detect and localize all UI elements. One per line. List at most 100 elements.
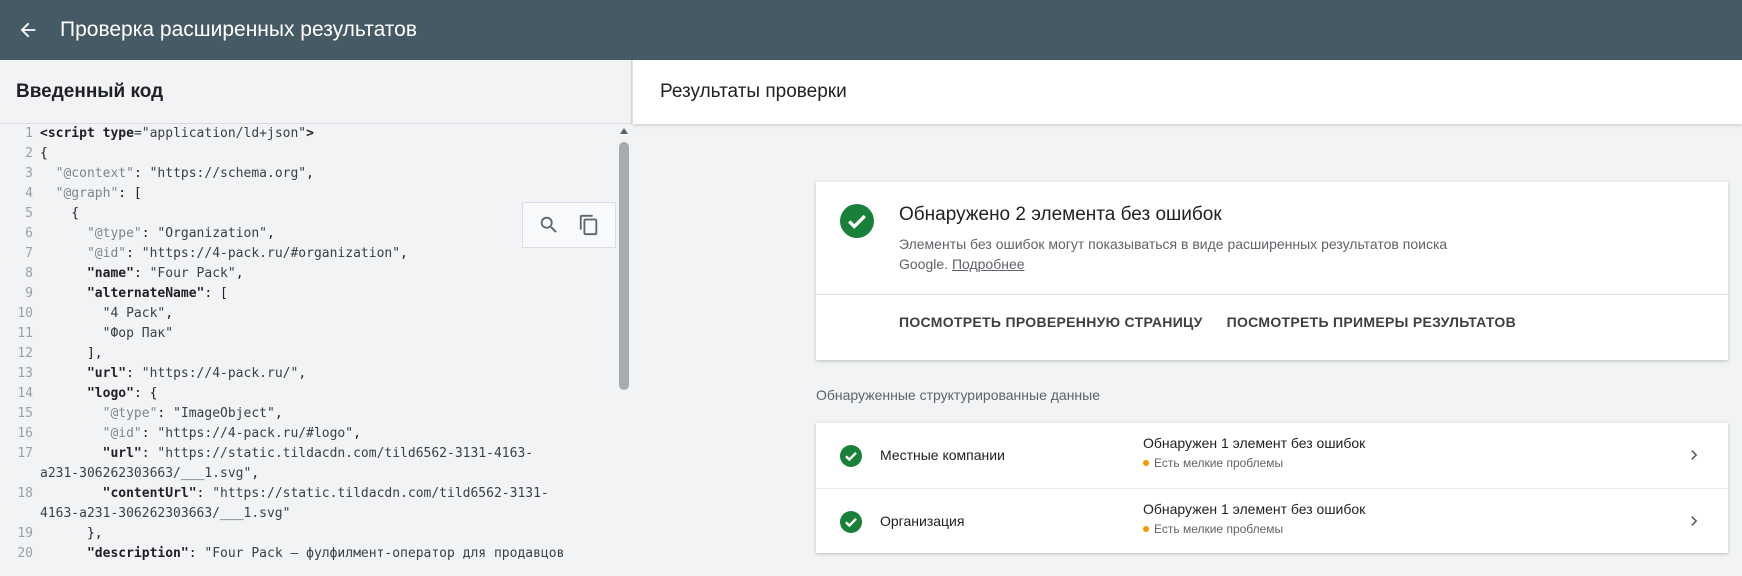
code-token: :	[133, 266, 150, 281]
code-token: "https://static.tildacdn.com/tild6562-31…	[212, 486, 549, 501]
code-text: "@id": "https://4-pack.ru/#organization"…	[40, 244, 408, 264]
line-number	[0, 464, 40, 484]
code-line: 18 "contentUrl": "https://static.tildacd…	[0, 484, 616, 504]
item-warning-text: Есть мелкие проблемы	[1154, 522, 1284, 536]
line-number: 16	[17, 426, 33, 441]
code-line: 20 "description": "Four Pack — фулфилмен…	[0, 544, 616, 564]
line-number: 6	[25, 226, 33, 241]
preview-results-button[interactable]: ПОСМОТРЕТЬ ПРИМЕРЫ РЕЗУЛЬТАТОВ	[1227, 314, 1516, 330]
code-token: 4163-a231-306262303663/___1.svg"	[40, 506, 291, 521]
code-line: 3 "@context": "https://schema.org",	[0, 164, 616, 184]
item-warning: Есть мелкие проблемы	[1143, 522, 1283, 536]
list-item-organization[interactable]: Организация Обнаружен 1 элемент без ошиб…	[816, 488, 1728, 553]
code-token: :	[126, 246, 142, 261]
detected-items-list: Местные компании Обнаружен 1 элемент без…	[816, 423, 1728, 553]
code-line: 15 "@type": "ImageObject",	[0, 404, 616, 424]
code-token: "@id"	[102, 426, 142, 441]
section-label: Обнаруженные структурированные данные	[816, 387, 1101, 403]
code-text: "@id": "https://4-pack.ru/#logo",	[40, 424, 361, 444]
code-token: ,	[298, 366, 307, 381]
warning-dot-icon	[1143, 526, 1149, 532]
summary-card: Обнаружено 2 элемента без ошибок Элемент…	[816, 182, 1728, 360]
code-line: 17 "url": "https://static.tildacdn.com/t…	[0, 444, 616, 464]
line-number: 7	[25, 246, 33, 261]
code-text: "description": "Four Pack — фулфилмент-о…	[40, 544, 564, 564]
code-token: :	[126, 366, 142, 381]
line-number: 13	[17, 366, 33, 381]
line-number	[0, 504, 40, 524]
code-token: ,	[306, 166, 314, 181]
code-token: "Four Pack"	[149, 266, 236, 281]
scroll-thumb[interactable]	[619, 142, 629, 390]
code-line: 4 "@graph": [	[0, 184, 616, 204]
code-token: <script	[40, 126, 103, 141]
code-text: "@type": "Organization",	[40, 224, 275, 244]
code-text: a231-306262303663/___1.svg",	[40, 464, 259, 484]
code-text: "contentUrl": "https://static.tildacdn.c…	[40, 484, 549, 504]
scroll-up-arrow-icon[interactable]	[620, 128, 628, 134]
page-title: Проверка расширенных результатов	[60, 18, 418, 41]
code-line: a231-306262303663/___1.svg",	[0, 464, 616, 484]
code-token: {	[40, 206, 80, 221]
code-editor[interactable]: 1 <script type="application/ld+json"> 2{3 …	[0, 124, 616, 576]
code-token: : [	[118, 186, 142, 201]
view-tested-page-button[interactable]: ПОСМОТРЕТЬ ПРОВЕРЕННУЮ СТРАНИЦУ	[899, 314, 1203, 330]
summary-description: Элементы без ошибок могут показываться в…	[899, 234, 1459, 274]
summary-title: Обнаружено 2 элемента без ошибок	[899, 204, 1222, 225]
code-token: "https://static.tildacdn.com/tild6562-31…	[157, 446, 534, 461]
code-token: a231-306262303663/___1.svg"	[40, 466, 252, 481]
code-token: },	[40, 526, 103, 541]
code-text: "Фор Пак"	[40, 324, 173, 344]
code-token: "@graph"	[55, 186, 119, 201]
back-button[interactable]	[8, 10, 48, 50]
code-token: "url"	[86, 366, 127, 381]
check-circle-icon	[840, 445, 862, 467]
code-token: ,	[165, 306, 174, 321]
code-text: "url": "https://static.tildacdn.com/tild…	[40, 444, 533, 464]
code-token: "Four Pack — фулфилмент-оператор для про…	[204, 546, 565, 561]
warning-dot-icon	[1143, 460, 1149, 466]
code-token: "https://4-pack.ru/#logo"	[157, 426, 354, 441]
line-number: 15	[17, 406, 33, 421]
search-icon	[540, 216, 557, 233]
code-token: ,	[400, 246, 408, 261]
code-panel-title: Введенный код	[0, 60, 631, 124]
code-scrollbar[interactable]	[616, 124, 632, 576]
code-token: "description"	[86, 546, 189, 561]
code-token: "name"	[86, 266, 134, 281]
code-line: 10 "4 Pack",	[0, 304, 616, 324]
code-token: :	[133, 166, 150, 181]
code-text: "url": "https://4-pack.ru/",	[40, 364, 306, 384]
summary-actions: ПОСМОТРЕТЬ ПРОВЕРЕННУЮ СТРАНИЦУ ПОСМОТРЕ…	[899, 314, 1516, 330]
code-text: "name": "Four Pack",	[40, 264, 244, 284]
line-number: 1	[25, 126, 33, 141]
copy-icon	[579, 214, 598, 236]
check-circle-icon	[840, 511, 862, 533]
line-number: 4	[25, 186, 33, 201]
code-token: :	[157, 406, 174, 421]
code-token: :	[141, 446, 158, 461]
check-circle-icon	[840, 204, 874, 238]
code-text: ],	[40, 344, 103, 364]
code-text: },	[40, 524, 103, 544]
learn-more-link[interactable]: Подробнее	[952, 256, 1025, 272]
line-number: 17	[17, 446, 33, 461]
search-code-button[interactable]	[533, 209, 565, 241]
list-item-local-business[interactable]: Местные компании Обнаружен 1 элемент без…	[816, 423, 1728, 488]
code-token: "Фор Пак"	[102, 326, 174, 341]
code-token: : {	[133, 386, 158, 401]
code-panel: Введенный код 1 <script type="application…	[0, 60, 632, 576]
code-token: "https://4-pack.ru/#organization"	[141, 246, 401, 261]
code-line: 14 "logo": {	[0, 384, 616, 404]
code-token: "https://schema.org"	[149, 166, 307, 181]
code-text: "@type": "ImageObject",	[40, 404, 283, 424]
top-app-bar: Проверка расширенных результатов	[0, 0, 1742, 60]
line-number: 5	[25, 206, 33, 221]
copy-code-button[interactable]	[573, 209, 605, 241]
code-token: "@type"	[86, 226, 142, 241]
